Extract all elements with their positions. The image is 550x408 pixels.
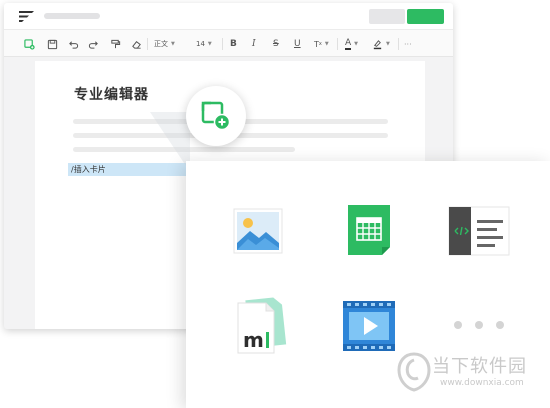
more-dots-icon[interactable] <box>451 321 511 331</box>
toolbar-divider <box>337 38 338 50</box>
dot <box>454 321 462 329</box>
document-name-placeholder <box>44 13 100 19</box>
bold-icon[interactable]: B <box>230 37 237 51</box>
highlight-icon[interactable]: ▼ <box>372 37 390 51</box>
table-card-icon[interactable] <box>346 203 392 257</box>
image-card-icon[interactable] <box>232 205 284 257</box>
callout-beam <box>150 112 190 172</box>
superscript-icon[interactable]: Tx ▼ <box>314 37 329 51</box>
title-bar <box>4 3 453 29</box>
toolbar-divider <box>398 38 399 50</box>
svg-text:m: m <box>243 328 264 352</box>
toolbar-divider <box>147 38 148 50</box>
more-icon[interactable]: ··· <box>404 37 412 51</box>
secondary-button[interactable] <box>369 9 405 24</box>
watermark-url: www.downxia.com <box>440 378 524 388</box>
dot <box>475 321 483 329</box>
editor-toolbar: 正文 ▼ 14 ▼ B I S U Tx ▼ A ▼ ▼ ··· <box>4 29 453 57</box>
dot <box>496 321 504 329</box>
app-logo-icon <box>19 11 34 22</box>
insert-card-icon <box>201 101 231 131</box>
redo-icon[interactable] <box>88 37 99 51</box>
font-color-icon[interactable]: A ▼ <box>345 37 358 51</box>
watermark-logo-icon <box>397 352 431 392</box>
paragraph-style-select[interactable]: 正文 ▼ <box>154 37 175 51</box>
primary-button[interactable] <box>407 9 444 24</box>
format-painter-icon[interactable] <box>110 37 121 51</box>
underline-icon[interactable]: U <box>294 37 301 51</box>
watermark: 当下软件园 www.downxia.com <box>396 348 546 400</box>
save-icon[interactable] <box>47 37 58 51</box>
strikethrough-icon[interactable]: S <box>273 37 279 51</box>
chevron-down-icon: ▼ <box>171 41 175 47</box>
document-title: 专业编辑器 <box>74 87 149 103</box>
insert-card-icon[interactable] <box>24 37 35 51</box>
eraser-icon[interactable] <box>131 37 142 51</box>
insert-card-badge[interactable] <box>186 86 246 146</box>
paragraph-style-value: 正文 <box>154 40 168 48</box>
font-size-select[interactable]: 14 ▼ <box>196 37 212 51</box>
italic-icon[interactable]: I <box>252 37 256 51</box>
chevron-down-icon: ▼ <box>207 41 212 47</box>
toolbar-divider <box>222 38 223 50</box>
font-size-value: 14 <box>196 40 205 48</box>
code-card-icon[interactable] <box>448 206 510 256</box>
watermark-text: 当下软件园 <box>432 356 527 377</box>
undo-icon[interactable] <box>68 37 79 51</box>
video-card-icon[interactable] <box>341 299 397 353</box>
markdown-card-icon[interactable]: m <box>230 295 288 357</box>
